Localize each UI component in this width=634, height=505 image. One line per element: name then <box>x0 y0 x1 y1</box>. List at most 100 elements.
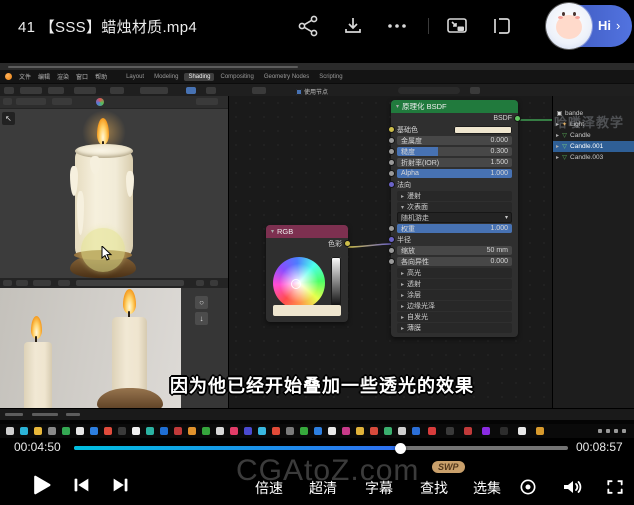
subtitles-button[interactable]: 字幕 <box>365 478 393 498</box>
taskbar-icon <box>118 427 126 435</box>
share-icon[interactable] <box>296 14 320 38</box>
taskbar-icon <box>428 427 436 435</box>
menu-render: 渲染 <box>57 72 69 81</box>
tool-icon <box>110 87 124 94</box>
sss-method-value: 随机游走 <box>401 213 429 223</box>
rgb-output-socket <box>345 241 350 246</box>
account-button[interactable]: Hi › <box>548 5 632 47</box>
progress-knob[interactable] <box>395 443 406 454</box>
outliner-row-candle001: ▸ ▽ Candle.001 <box>553 141 634 152</box>
menu-edit: 编辑 <box>38 72 50 81</box>
expand-icon: ▸ <box>556 154 559 161</box>
slider-label: 折射率(IOR) <box>401 158 439 167</box>
taskbar-icon <box>500 427 508 435</box>
blender-tool-header: 使用节点 <box>0 83 634 97</box>
hi-label: Hi <box>598 18 611 33</box>
next-button[interactable] <box>110 474 132 496</box>
previous-button[interactable] <box>70 474 92 496</box>
tool-icon <box>140 87 168 94</box>
panel-emission: ▸ 自发光 <box>397 312 512 322</box>
speed-button[interactable]: 倍速 <box>255 478 283 498</box>
episodes-button[interactable]: 选集 <box>473 478 501 498</box>
search-button[interactable]: 查找 <box>420 478 448 498</box>
taskbar-icon <box>384 427 392 435</box>
taskbar-icon <box>482 427 490 435</box>
slider-label: 各向异性 <box>401 257 429 266</box>
sss-anisotropy-row: 各向异性 0.000 <box>391 256 518 267</box>
panel-thin-film: ▸ 薄膜 <box>397 323 512 333</box>
expand-icon: ▸ <box>401 281 404 288</box>
fullscreen-icon[interactable] <box>605 477 625 497</box>
metallic-slider: 金属度 0.000 <box>397 136 512 145</box>
windows-taskbar <box>0 424 634 438</box>
panel-label: 透射 <box>407 279 421 289</box>
progress-fill <box>74 446 400 450</box>
alpha-row: Alpha 1.000 <box>391 168 518 179</box>
quality-button[interactable]: 超清 <box>309 478 337 498</box>
metallic-row: 金属度 0.000 <box>391 135 518 146</box>
taskbar-icon <box>286 427 294 435</box>
image-pin-icon <box>196 280 204 286</box>
photo-candle-left <box>24 342 52 408</box>
sss-method-dropdown: 随机游走 ▾ <box>397 212 512 223</box>
viewport-header <box>0 96 228 109</box>
focus-mode-icon[interactable] <box>518 477 538 497</box>
expand-icon: ▸ <box>401 325 404 332</box>
reference-photo <box>0 288 181 408</box>
shader-editor: ▾ 原理化 BSDF BSDF 基础色 金属度 <box>228 96 553 408</box>
taskbar-icon <box>188 427 196 435</box>
slider-label: 糙度 <box>401 147 415 156</box>
taskbar-icon <box>90 427 98 435</box>
download-icon[interactable] <box>341 14 365 38</box>
tray-icon <box>598 429 602 433</box>
volume-icon[interactable] <box>560 475 584 499</box>
use-nodes-label: 使用节点 <box>304 87 328 96</box>
taskbar-icon <box>244 427 252 435</box>
picture-in-picture-icon[interactable] <box>445 14 469 38</box>
play-button[interactable] <box>26 470 54 500</box>
outliner-row-light: ▸ ✦ Light <box>553 119 634 130</box>
blender-menubar: 文件 编辑 渲染 窗口 帮助 Layout Modeling Shading C… <box>0 70 634 83</box>
expand-icon: ▸ <box>556 132 559 139</box>
rgb-output-label: 色彩 <box>328 239 342 249</box>
taskbar-icon <box>62 427 70 435</box>
taskbar-icon <box>48 427 56 435</box>
slider-value: 1.500 <box>490 159 508 166</box>
status-text <box>5 413 23 416</box>
panel-label: 涂层 <box>407 290 421 300</box>
menu-window: 窗口 <box>76 72 88 81</box>
workspace-tabs: Layout Modeling Shading Compositing Geom… <box>122 73 346 81</box>
taskbar-icon <box>216 427 224 435</box>
taskbar-icon <box>464 427 472 435</box>
menu-help: 帮助 <box>95 72 107 81</box>
rgb-output-row: 色彩 <box>266 238 348 249</box>
panel-subsurface: ▾ 次表面 <box>397 202 512 212</box>
more-icon[interactable] <box>385 14 409 38</box>
object-name: Candle.003 <box>570 154 603 161</box>
floating-window-icon[interactable] <box>489 14 513 38</box>
avatar <box>546 3 592 49</box>
sss-weight-slider: 权重 1.000 <box>397 224 512 233</box>
collection-icon: ▣ <box>556 110 563 117</box>
taskbar-icon <box>342 427 350 435</box>
editor-type-icon <box>3 280 12 286</box>
slider-label: Alpha <box>401 170 419 177</box>
outliner-collection-row: ▣ bande <box>553 108 634 119</box>
object-name: Light <box>570 121 584 128</box>
window-title-path <box>8 66 298 68</box>
light-icon: ✦ <box>561 121 568 128</box>
progress-bar[interactable] <box>74 446 568 450</box>
expand-icon: ▸ <box>401 193 404 200</box>
collapse-icon: ▾ <box>396 103 399 110</box>
taskbar-icon <box>202 427 210 435</box>
bsdf-output-row: BSDF <box>391 113 518 124</box>
metallic-socket <box>389 138 394 143</box>
status-text <box>32 413 58 416</box>
taskbar-icon <box>132 427 140 435</box>
taskbar-icon <box>370 427 378 435</box>
ior-socket <box>389 160 394 165</box>
panel-sheen: ▸ 边缘光泽 <box>397 301 512 311</box>
viewport-options <box>196 98 218 105</box>
3d-viewport: ↖ <box>0 96 228 278</box>
principled-bsdf-node: ▾ 原理化 BSDF BSDF 基础色 金属度 <box>391 100 518 337</box>
